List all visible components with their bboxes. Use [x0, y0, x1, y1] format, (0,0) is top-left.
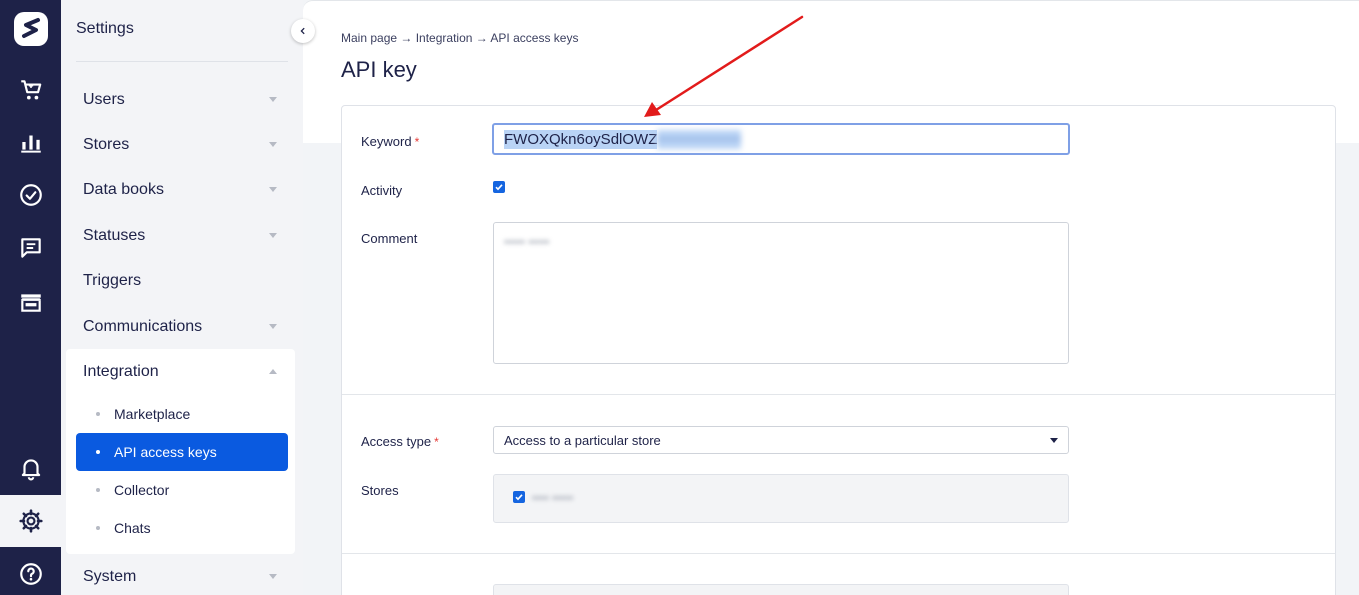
checkmark-icon: [515, 494, 523, 501]
chevron-up-icon: [269, 369, 277, 374]
required-mark: *: [434, 435, 439, 449]
bullet-icon: [96, 488, 100, 492]
help-icon[interactable]: [0, 548, 61, 595]
chevron-down-icon: [269, 233, 277, 238]
stores-list: •••• •••••: [493, 474, 1069, 523]
panel-divider: [76, 61, 288, 62]
stores-label: Stores: [361, 483, 399, 498]
access-type-select[interactable]: Access to a particular store: [493, 426, 1069, 454]
sidebar-item-stores[interactable]: Stores: [83, 130, 283, 160]
chat-icon[interactable]: [0, 222, 61, 274]
activity-label: Activity: [361, 183, 403, 198]
chevron-left-icon: [300, 27, 305, 35]
chevron-down-icon: [269, 97, 277, 102]
comment-value-redacted: ••••• •••••: [504, 235, 550, 249]
keyword-label: Keyword *: [361, 134, 420, 149]
bullet-icon: [96, 526, 100, 530]
sidebar-item-triggers[interactable]: Triggers: [83, 266, 283, 296]
keyword-input[interactable]: FWOXQkn6oySdlOWZ ••••••••••••••••: [492, 123, 1070, 155]
chevron-down-icon: [269, 324, 277, 329]
dropdown-arrow-icon: [1050, 438, 1058, 443]
required-mark: *: [414, 135, 420, 149]
activity-checkbox[interactable]: [493, 181, 505, 193]
sidebar-subitem-collector[interactable]: Collector: [76, 471, 288, 509]
store-checkbox[interactable]: [513, 491, 525, 503]
logo-icon[interactable]: [10, 8, 52, 50]
section-divider: [342, 553, 1335, 554]
chevron-down-icon: [269, 574, 277, 579]
sidebar-item-integration[interactable]: Integration: [83, 357, 283, 387]
api-key-form: Keyword * FWOXQkn6oySdlOWZ •••••••••••••••…: [341, 105, 1336, 595]
main-content: Main page → Integration → API access key…: [303, 0, 1359, 595]
tasks-icon[interactable]: [0, 169, 61, 221]
bullet-icon: [96, 412, 100, 416]
sidebar-item-data-books[interactable]: Data books: [83, 175, 283, 205]
chevron-down-icon: [269, 187, 277, 192]
bell-icon[interactable]: [0, 442, 61, 494]
sidebar-subitem-chats[interactable]: Chats: [76, 509, 288, 547]
access-type-label: Access type *: [361, 434, 439, 449]
panel-title: Settings: [76, 20, 134, 37]
additional-field[interactable]: [493, 584, 1069, 595]
sidebar-item-communications[interactable]: Communications: [83, 312, 283, 342]
comment-label: Comment: [361, 231, 418, 246]
chevron-down-icon: [269, 142, 277, 147]
checkmark-icon: [495, 184, 503, 191]
store-name-redacted: •••• •••••: [532, 491, 574, 505]
section-divider: [342, 394, 1335, 395]
collapse-panel-button[interactable]: [291, 19, 315, 43]
icon-rail: [0, 0, 61, 595]
comment-textarea[interactable]: ••••• •••••: [493, 222, 1069, 364]
breadcrumb[interactable]: Main page → Integration → API access key…: [341, 31, 578, 45]
sidebar-item-statuses[interactable]: Statuses: [83, 221, 283, 251]
analytics-icon[interactable]: [0, 116, 61, 168]
sidebar-item-users[interactable]: Users: [83, 85, 283, 115]
keyword-value-visible: FWOXQkn6oySdlOWZ: [504, 129, 658, 149]
sidebar-item-system[interactable]: System: [83, 562, 283, 592]
keyword-value-redacted: ••••••••••••••••: [657, 129, 742, 149]
gear-icon[interactable]: [0, 495, 61, 547]
sidebar-subitem-api-access-keys[interactable]: API access keys: [76, 433, 288, 471]
sidebar-subitem-marketplace[interactable]: Marketplace: [76, 395, 288, 433]
settings-panel: Settings Users Stores Data books Statuse…: [61, 0, 315, 595]
page-title: API key: [341, 57, 417, 82]
bullet-icon: [96, 450, 100, 454]
cart-icon[interactable]: [0, 64, 61, 116]
store-icon[interactable]: [0, 276, 61, 328]
